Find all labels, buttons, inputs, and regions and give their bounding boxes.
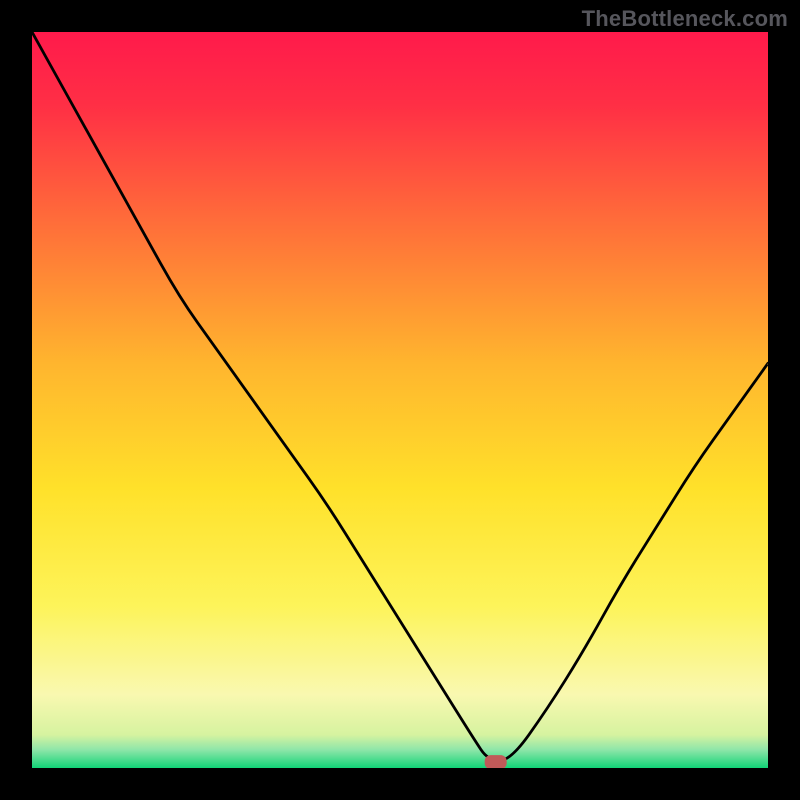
curve-layer — [32, 32, 768, 768]
plot-area — [32, 32, 768, 768]
chart-frame: TheBottleneck.com — [0, 0, 800, 800]
bottleneck-curve — [32, 32, 768, 761]
optimal-marker — [485, 755, 507, 768]
watermark-text: TheBottleneck.com — [582, 6, 788, 32]
